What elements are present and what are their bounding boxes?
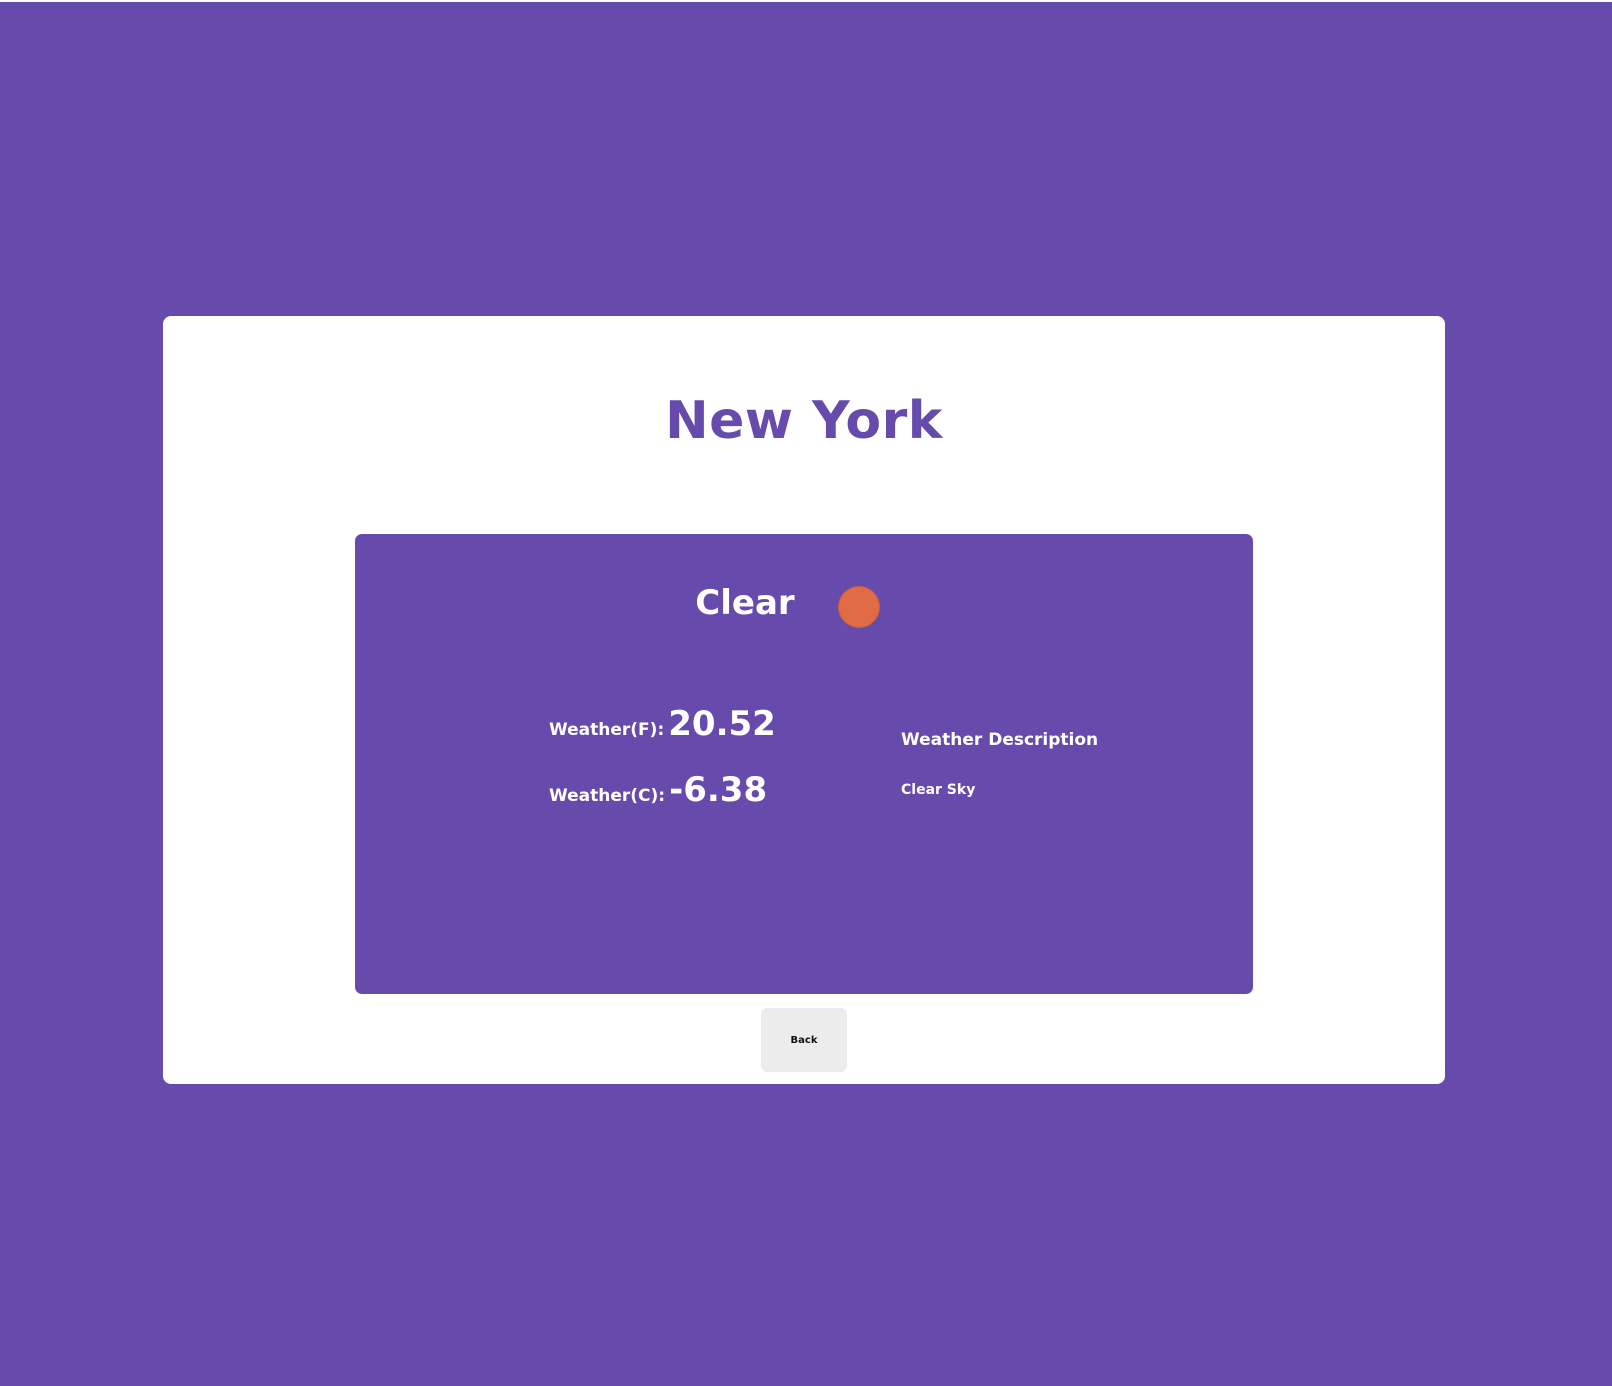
fahrenheit-value: 20.52 <box>668 704 776 744</box>
sun-icon <box>838 587 879 627</box>
fahrenheit-label: Weather(F): <box>549 720 665 740</box>
weather-panel: Clear Weather(F): 20.52 Weather(C): -6.3… <box>355 534 1253 994</box>
page-background: { "city": { "name": "New York" }, "weath… <box>0 0 1612 1386</box>
weather-description: Weather Description Clear Sky <box>901 730 1221 798</box>
celsius-label: Weather(C): <box>549 786 666 806</box>
top-border <box>0 0 1612 2</box>
description-text: Clear Sky <box>901 782 976 798</box>
celsius-row: Weather(C): -6.38 <box>549 770 879 836</box>
celsius-value: -6.38 <box>669 770 768 810</box>
description-heading: Weather Description <box>901 730 1099 750</box>
weather-card: New York Clear Weather(F): 20.52 Weather… <box>163 316 1445 1084</box>
fahrenheit-row: Weather(F): 20.52 <box>549 704 879 770</box>
condition-label: Clear <box>695 583 795 623</box>
condition-row: Clear <box>355 578 1253 628</box>
temperature-readings: Weather(F): 20.52 Weather(C): -6.38 <box>549 704 879 836</box>
city-title: New York <box>665 391 943 451</box>
back-button[interactable]: Back <box>761 1008 847 1072</box>
